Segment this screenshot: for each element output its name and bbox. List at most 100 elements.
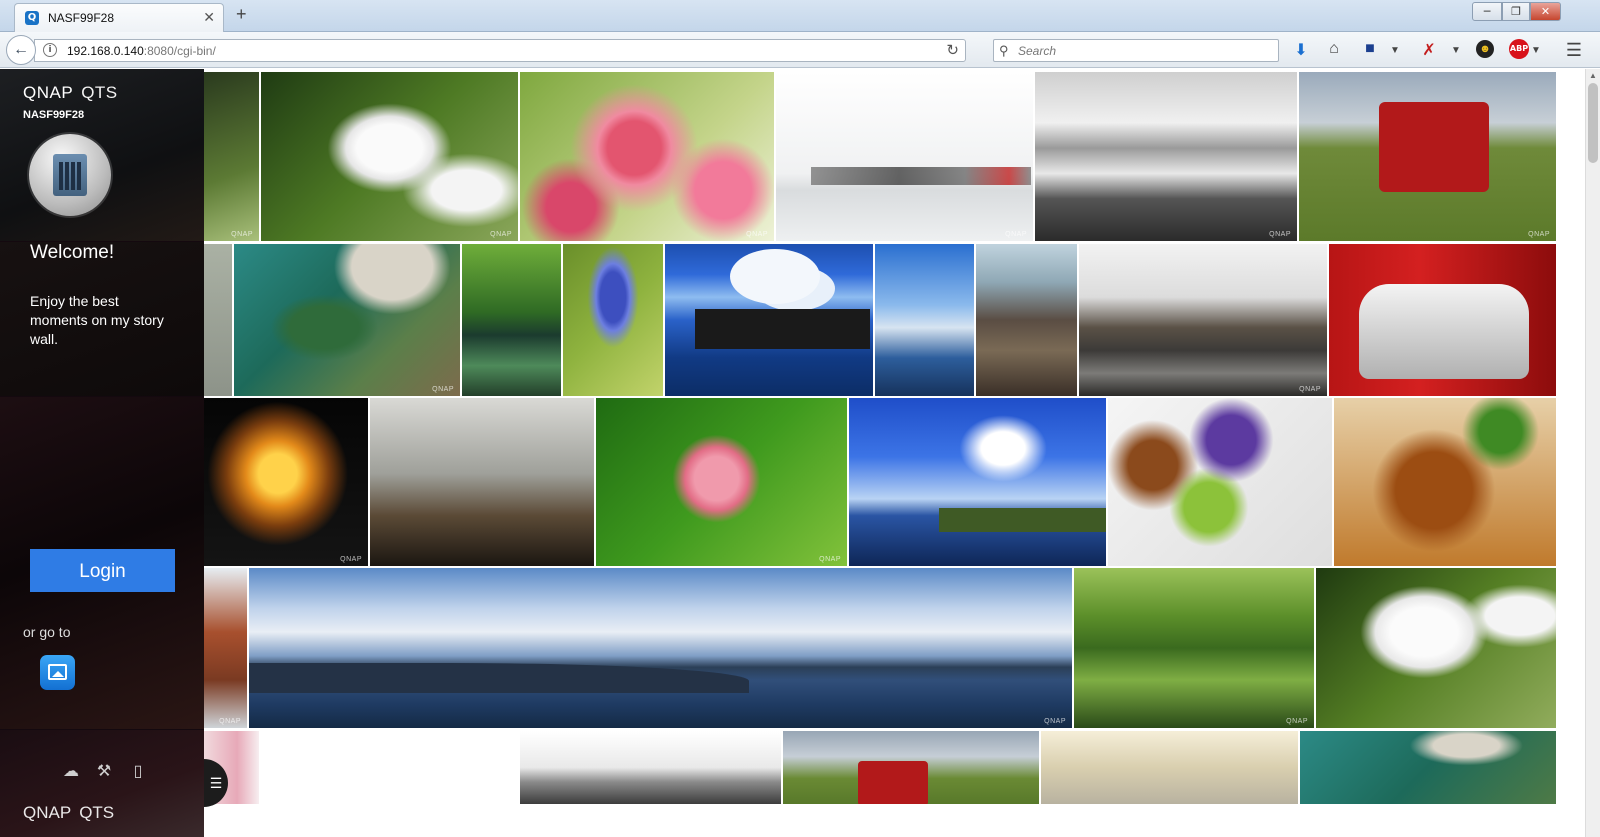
cloud-icon[interactable]: ☁ xyxy=(61,761,81,781)
cliff xyxy=(939,508,1106,532)
url-text[interactable]: 192.168.0.140:8080/cgi-bin/ xyxy=(67,44,216,58)
url-path: :8080/cgi-bin/ xyxy=(143,44,216,58)
tab-close-icon[interactable]: ✕ xyxy=(203,9,215,26)
book-icon[interactable]: ▯ xyxy=(128,761,148,781)
scroll-up-arrow-icon[interactable]: ▲ xyxy=(1589,71,1597,80)
watermark: QNAP xyxy=(340,556,362,563)
footer-product-name: QTS xyxy=(79,803,115,822)
footer-brand: QNAP QTS xyxy=(23,803,114,823)
save-dropdown-icon[interactable]: ▼ xyxy=(1390,45,1400,56)
photo-tile[interactable] xyxy=(520,731,781,804)
extension-icon[interactable]: ☻ xyxy=(1476,40,1494,58)
photo-wall: QNAP QNAP QNAP QNAP QNAP QNAP QNAP QNAP … xyxy=(0,69,1585,837)
goto-label: or go to xyxy=(23,624,71,640)
watermark: QNAP xyxy=(1005,231,1027,238)
photo-tile[interactable] xyxy=(976,244,1077,396)
login-button[interactable]: Login xyxy=(30,549,175,592)
photo-tile[interactable]: QNAP xyxy=(1299,72,1556,241)
window-close-button[interactable]: ✕ xyxy=(1530,2,1561,21)
photo-tile[interactable] xyxy=(563,244,663,396)
footer-brand-name: QNAP xyxy=(23,803,72,822)
window-maximize-button[interactable]: ❐ xyxy=(1502,2,1530,21)
water-villa xyxy=(695,309,870,349)
save-icon[interactable]: ■ xyxy=(1359,40,1381,58)
watermark: QNAP xyxy=(490,231,512,238)
brand-logo: QNAP QTS xyxy=(23,83,118,103)
photo-tile[interactable]: QNAP xyxy=(261,72,518,241)
watermark: QNAP xyxy=(819,556,841,563)
menu-icon[interactable]: ☰ xyxy=(1563,40,1585,61)
adblock-icon[interactable]: ABP xyxy=(1509,39,1529,59)
photo-tile[interactable]: QNAP xyxy=(596,398,847,566)
photo-tile[interactable]: QNAP xyxy=(1074,568,1314,728)
qnap-favicon-icon: Q xyxy=(25,11,39,25)
watermark: QNAP xyxy=(1299,386,1321,393)
page-viewport: QNAP QNAP QNAP QNAP QNAP QNAP QNAP QNAP … xyxy=(0,69,1600,837)
scroll-thumb[interactable] xyxy=(1588,83,1598,163)
welcome-title: Welcome! xyxy=(30,242,115,263)
photo-tile[interactable] xyxy=(1300,731,1556,804)
new-tab-icon[interactable]: + xyxy=(236,5,247,23)
watermark: QNAP xyxy=(1528,231,1550,238)
window-minimize-button[interactable]: ─ xyxy=(1472,2,1502,21)
photo-tile[interactable]: QNAP xyxy=(249,568,1072,728)
photo-tile[interactable] xyxy=(1329,244,1556,396)
photo-tile[interactable] xyxy=(849,398,1106,566)
photo-tile[interactable] xyxy=(1108,398,1332,566)
browser-tab-bar: Q NASF99F28 ✕ + ─ ❐ ✕ xyxy=(0,0,1600,32)
photo-tile[interactable]: QNAP xyxy=(204,398,368,566)
tractor xyxy=(858,761,928,804)
photo-tile[interactable]: QNAP xyxy=(776,72,1033,241)
photo-tile[interactable] xyxy=(665,244,873,396)
pdf-dropdown-icon[interactable]: ▼ xyxy=(1451,45,1461,56)
photo-tile[interactable] xyxy=(462,244,561,396)
watermark: QNAP xyxy=(1286,718,1308,725)
photo-tile[interactable] xyxy=(875,244,974,396)
nas-device-icon xyxy=(29,134,111,216)
search-placeholder: Search xyxy=(1018,44,1057,58)
dock xyxy=(811,167,1031,185)
photo-tile[interactable]: QNAP xyxy=(520,72,774,241)
watermark: QNAP xyxy=(219,718,241,725)
download-icon[interactable]: ⬇ xyxy=(1290,40,1312,60)
watermark: QNAP xyxy=(746,231,768,238)
tools-icon[interactable]: ⚒ xyxy=(94,761,114,781)
race-car xyxy=(1359,284,1529,379)
photo-tile[interactable] xyxy=(1041,731,1298,804)
photo-tile[interactable]: QNAP xyxy=(1035,72,1297,241)
search-icon: ⚲ xyxy=(999,43,1009,58)
reload-icon[interactable]: ↻ xyxy=(946,41,959,59)
home-icon[interactable]: ⌂ xyxy=(1323,40,1345,58)
sidebar: QNAP QTS NASF99F28 Welcome! Enjoy the bes… xyxy=(0,69,204,837)
watermark: QNAP xyxy=(1044,718,1066,725)
photo-tile[interactable] xyxy=(1316,568,1556,728)
welcome-text: Enjoy the best moments on my story wall. xyxy=(30,293,164,347)
photo-tile[interactable]: QNAP xyxy=(204,72,259,241)
photo-tile[interactable] xyxy=(370,398,594,566)
product-name: QTS xyxy=(81,83,118,102)
site-info-icon[interactable]: i xyxy=(43,43,57,57)
adblock-dropdown-icon[interactable]: ▼ xyxy=(1531,45,1541,56)
url-host: 192.168.0.140 xyxy=(67,44,144,58)
hostname: NASF99F28 xyxy=(23,109,85,121)
photo-station-icon[interactable] xyxy=(40,655,75,690)
browser-tab[interactable]: Q NASF99F28 ✕ xyxy=(14,3,224,32)
photo-tile[interactable] xyxy=(783,731,1039,804)
url-bar[interactable]: i 192.168.0.140:8080/cgi-bin/ ↻ xyxy=(34,39,966,62)
pdf-icon[interactable]: ✗ xyxy=(1418,40,1440,60)
tab-title: NASF99F28 xyxy=(48,11,115,25)
watermark: QNAP xyxy=(432,386,454,393)
search-input[interactable]: ⚲ Search xyxy=(993,39,1279,62)
photo-tile[interactable] xyxy=(1334,398,1556,566)
page-scrollbar[interactable]: ▲ xyxy=(1585,69,1600,837)
back-button[interactable]: ← xyxy=(6,35,36,65)
photo-tile[interactable]: QNAP xyxy=(204,568,247,728)
cloud xyxy=(730,249,820,304)
photo-tile[interactable]: QNAP xyxy=(1079,244,1327,396)
nas-box xyxy=(53,154,87,196)
tractor xyxy=(1379,102,1489,192)
watermark: QNAP xyxy=(1269,231,1291,238)
photo-tile[interactable]: QNAP xyxy=(234,244,460,396)
hill xyxy=(249,663,749,693)
photo-tile[interactable] xyxy=(204,244,232,396)
